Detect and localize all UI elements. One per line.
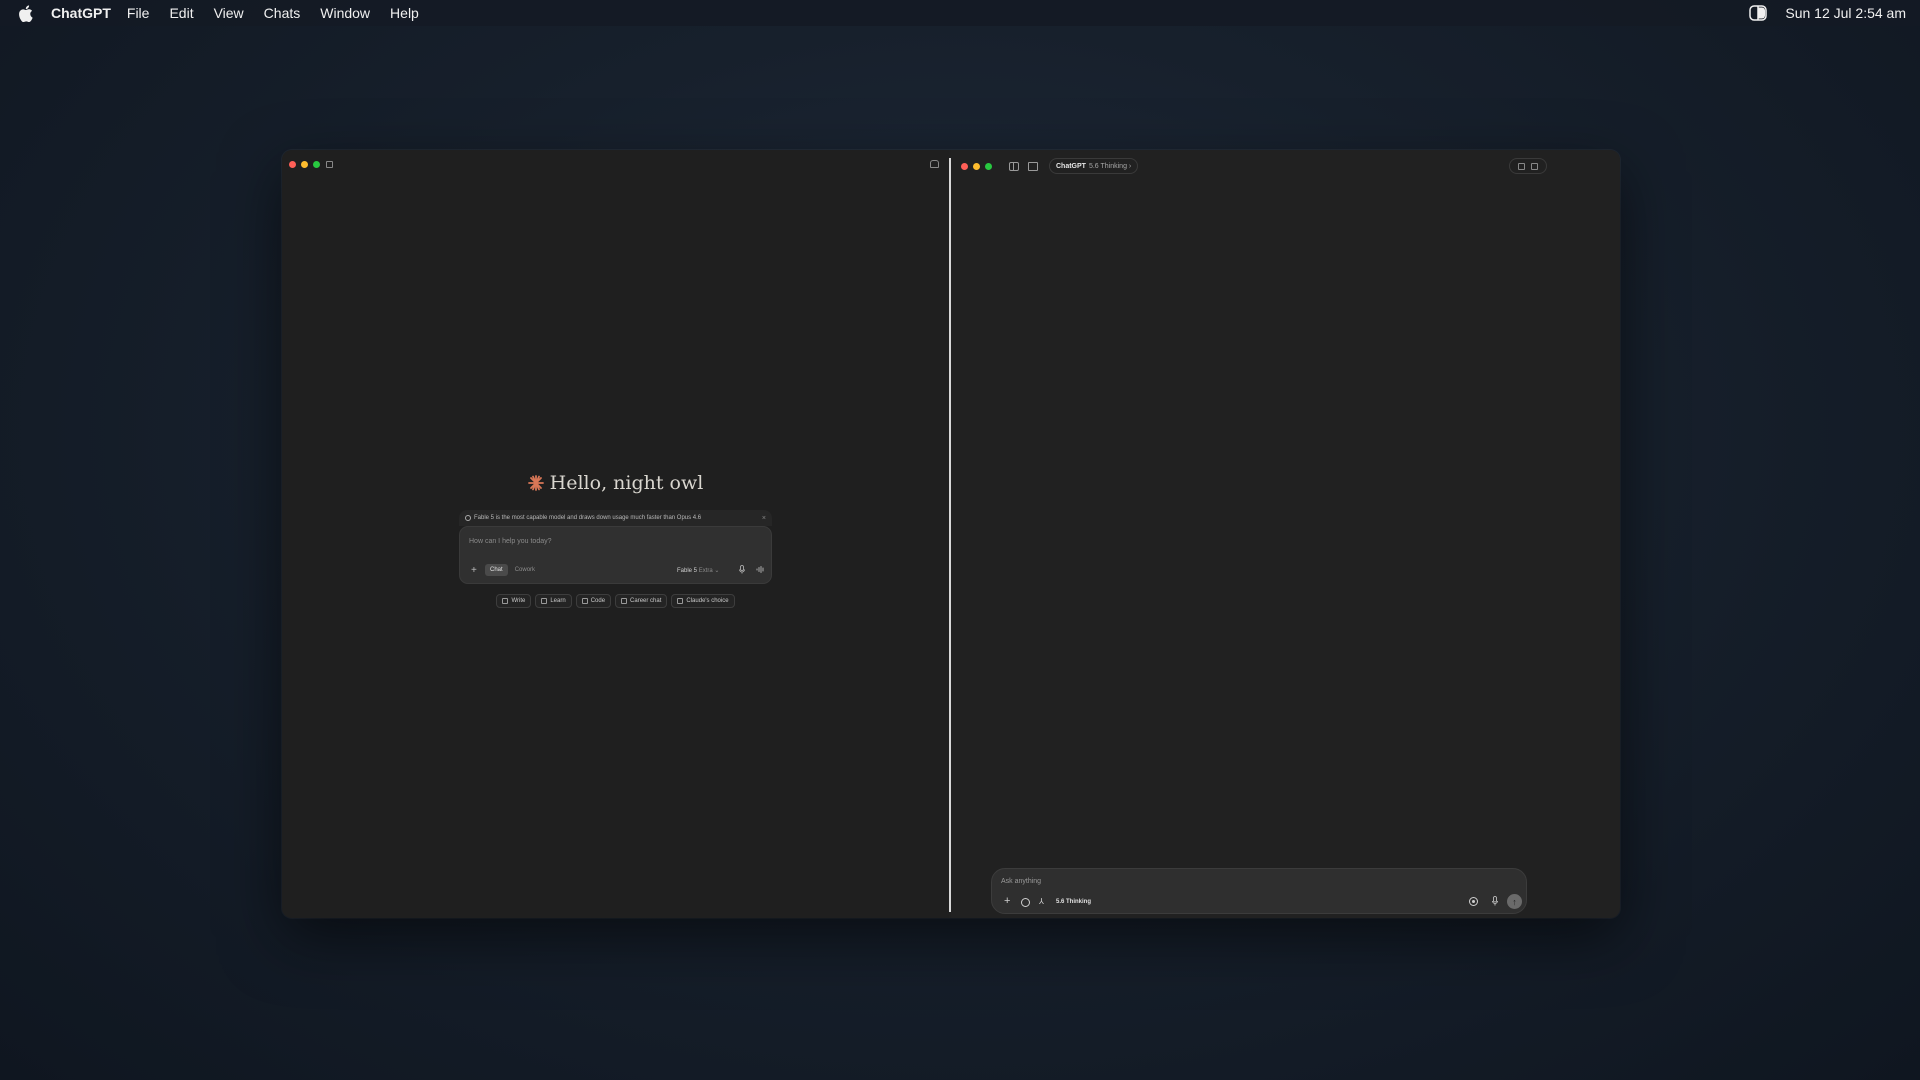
incognito-chat-icon[interactable]: [930, 160, 939, 168]
menubar-clock[interactable]: Sun 12 Jul 2:54 am: [1785, 5, 1906, 21]
chatgpt-pane: ChatGPT 5.6 Thinking › Ask anything + ⅄ …: [951, 150, 1620, 918]
menu-window[interactable]: Window: [320, 5, 370, 21]
pen-icon: [502, 598, 509, 604]
model-brand: ChatGPT: [1056, 162, 1086, 170]
close-icon[interactable]: ×: [762, 515, 766, 522]
sidebar-toggle-icon[interactable]: [326, 161, 333, 168]
notice-text: Fable 5 is the most capable model and dr…: [474, 515, 702, 521]
share-icon[interactable]: [1518, 162, 1525, 170]
chip-career-chat[interactable]: Career chat: [615, 594, 668, 608]
add-attachment-button[interactable]: +: [1004, 896, 1010, 907]
chip-label: Career chat: [630, 598, 662, 604]
minimize-window-button[interactable]: [973, 163, 980, 170]
globe-icon[interactable]: [1021, 898, 1030, 907]
new-chat-icon[interactable]: [1028, 162, 1038, 171]
tools-icon[interactable]: ⅄: [1039, 897, 1044, 906]
claude-pane: Hello, night owl Fable 5 is the most cap…: [282, 150, 949, 918]
add-attachment-button[interactable]: +: [471, 566, 477, 576]
model-picker-button[interactable]: ChatGPT 5.6 Thinking ›: [1049, 158, 1139, 174]
menu-file[interactable]: File: [127, 5, 150, 21]
model-notice-banner: Fable 5 is the most capable model and dr…: [459, 510, 772, 526]
greeting-text: Hello, night owl: [549, 472, 704, 494]
right-traffic-lights: [961, 163, 992, 170]
send-button[interactable]: ↑: [1507, 894, 1522, 909]
voice-mode-icon[interactable]: [756, 566, 765, 573]
header-actions: [1509, 158, 1547, 174]
graduation-cap-icon: [541, 598, 548, 604]
mode-toggle: Chat Cowork: [485, 564, 540, 576]
menu-view[interactable]: View: [214, 5, 244, 21]
chip-label: Code: [590, 598, 606, 604]
chip-learn[interactable]: Learn: [535, 594, 572, 608]
menu-help[interactable]: Help: [390, 5, 419, 21]
thinking-mode-button[interactable]: 5.6 Thinking: [1056, 899, 1091, 905]
chatgpt-composer[interactable]: Ask anything + ⅄ 5.6 Thinking ↑: [991, 868, 1527, 914]
greeting-heading: Hello, night owl: [282, 472, 949, 494]
zoom-window-button[interactable]: [313, 161, 320, 168]
message-input[interactable]: How can I help you today?: [469, 538, 552, 545]
close-window-button[interactable]: [961, 163, 968, 170]
chip-label: Learn: [550, 598, 566, 604]
split-view-icon[interactable]: [1749, 5, 1768, 21]
chip-label: Claude's choice: [686, 598, 729, 604]
tab-cowork[interactable]: Cowork: [510, 564, 540, 576]
info-icon: [465, 515, 471, 521]
lightbulb-icon: [677, 598, 684, 604]
close-window-button[interactable]: [289, 161, 296, 168]
claude-composer[interactable]: How can I help you today? + Chat Cowork …: [459, 526, 772, 584]
model-variant: Extra ⌄: [698, 568, 720, 574]
microphone-icon[interactable]: [739, 565, 745, 574]
menubar: ChatGPT File Edit View Chats Window Help…: [0, 0, 1920, 26]
app-name-menu[interactable]: ChatGPT: [51, 5, 111, 21]
menu-edit[interactable]: Edit: [169, 5, 193, 21]
sidebar-toggle-icon[interactable]: [1009, 162, 1019, 171]
chip-code[interactable]: Code: [575, 594, 612, 608]
minimize-window-button[interactable]: [301, 161, 308, 168]
model-name: Fable 5: [677, 568, 698, 574]
briefcase-icon: [621, 598, 628, 604]
ask-anything-input[interactable]: Ask anything: [1001, 878, 1041, 885]
suggestion-chips: Write Learn Code Career chat Claude's ch…: [282, 594, 949, 608]
model-selector[interactable]: Fable 5 Extra ⌄: [677, 567, 719, 574]
chip-label: Write: [511, 598, 526, 604]
apple-icon[interactable]: [14, 0, 36, 26]
chip-claudes-choice[interactable]: Claude's choice: [671, 594, 735, 608]
microphone-icon[interactable]: [1492, 896, 1498, 906]
chip-write[interactable]: Write: [496, 594, 532, 608]
split-window: Hello, night owl Fable 5 is the most cap…: [282, 150, 1620, 918]
zoom-window-button[interactable]: [985, 163, 992, 170]
tab-chat[interactable]: Chat: [485, 564, 508, 576]
model-version: 5.6 Thinking ›: [1088, 162, 1132, 170]
voice-icon[interactable]: [1469, 897, 1478, 906]
left-traffic-lights: [289, 161, 320, 168]
menu-chats[interactable]: Chats: [264, 5, 301, 21]
spark-icon: [527, 475, 544, 491]
code-icon: [581, 598, 588, 604]
temporary-chat-icon[interactable]: [1531, 162, 1538, 170]
